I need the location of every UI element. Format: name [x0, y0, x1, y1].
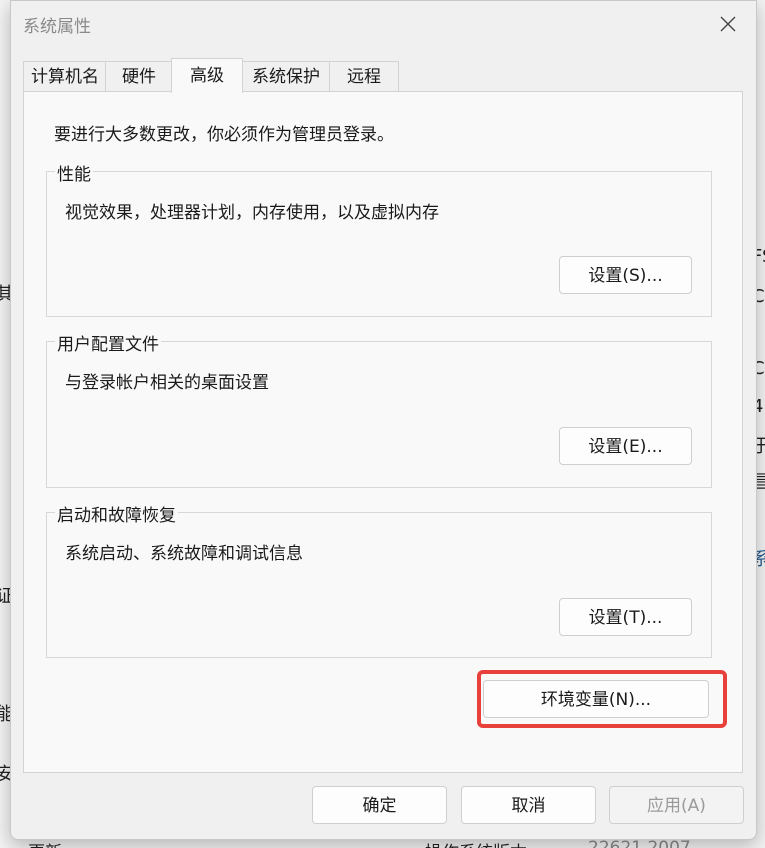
tab-hardware[interactable]: 硬件 [105, 61, 173, 92]
dialog-title: 系统属性 [23, 17, 91, 37]
performance-description: 视觉效果，处理器计划，内存使用，以及虚拟内存 [65, 203, 439, 223]
performance-settings-button[interactable]: 设置(S)... [559, 256, 692, 294]
performance-label: 性能 [55, 160, 93, 185]
startup-recovery-label: 启动和故障恢复 [55, 501, 178, 526]
startup-recovery-description: 系统启动、系统故障和调试信息 [65, 544, 303, 564]
startup-recovery-settings-button[interactable]: 设置(T)... [559, 598, 692, 636]
cancel-button[interactable]: 取消 [461, 786, 596, 824]
tab-remote[interactable]: 远程 [329, 61, 399, 92]
user-profile-group: 用户配置文件 与登录帐户相关的桌面设置 设置(E)... [46, 330, 712, 488]
admin-notice: 要进行大多数更改，你必须作为管理员登录。 [54, 125, 394, 145]
bg-text: I [0, 340, 1, 361]
startup-recovery-group: 启动和故障恢复 系统启动、系统故障和调试信息 设置(T)... [46, 501, 712, 658]
user-profile-settings-button[interactable]: 设置(E)... [559, 427, 692, 465]
close-icon [720, 16, 736, 32]
tab-computer-name[interactable]: 计算机名 [23, 61, 107, 92]
user-profile-description: 与登录帐户相关的桌面设置 [65, 373, 269, 393]
ok-button[interactable]: 确定 [312, 786, 447, 824]
performance-group: 性能 视觉效果，处理器计划，内存使用，以及虚拟内存 设置(S)... [46, 160, 712, 317]
tab-system-protection[interactable]: 系统保护 [241, 61, 331, 92]
close-button[interactable] [710, 7, 746, 41]
title-bar[interactable]: 系统属性 [11, 1, 756, 45]
tab-advanced[interactable]: 高级 [171, 58, 243, 93]
user-profile-label: 用户配置文件 [55, 330, 161, 355]
system-properties-dialog: 系统属性 计算机名 硬件 高级 系统保护 远程 要进行大多数更改，你必须作为管理… [10, 0, 757, 840]
environment-variables-button[interactable]: 环境变量(N)... [483, 680, 709, 718]
apply-button[interactable]: 应用(A) [609, 786, 744, 824]
